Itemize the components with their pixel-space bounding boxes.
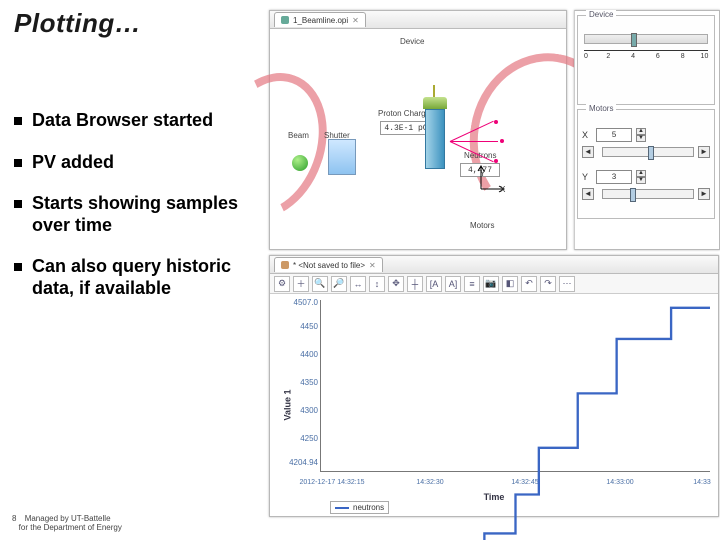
- bullet-item: PV added: [32, 152, 114, 174]
- tab-bar: * <Not saved to file> ✕: [270, 256, 718, 274]
- y-tick: 4507.0: [288, 298, 318, 307]
- page-number: 8: [12, 514, 16, 523]
- plot-area[interactable]: [320, 300, 710, 472]
- beam-label: Beam: [288, 131, 309, 140]
- tool-more-icon[interactable]: ⋯: [559, 276, 575, 292]
- stepper-up-icon[interactable]: ▲: [636, 170, 646, 177]
- beamline-window: 1_Beamline.opi ✕ Device Beam Shutter Pro…: [269, 10, 567, 250]
- tool-zoomout-icon[interactable]: 🔎: [331, 276, 347, 292]
- arrow-right-icon[interactable]: ►: [698, 188, 710, 200]
- close-icon[interactable]: ✕: [369, 261, 376, 270]
- stepper-down-icon[interactable]: ▼: [636, 177, 646, 184]
- detector-body: [425, 109, 445, 169]
- device-label: Device: [400, 37, 424, 46]
- legend-label: neutrons: [353, 503, 384, 512]
- tool-zoomy-icon[interactable]: ↕: [369, 276, 385, 292]
- tool-redo-icon[interactable]: ↷: [540, 276, 556, 292]
- motors-label: Motors: [470, 221, 494, 230]
- stepper-down-icon[interactable]: ▼: [636, 135, 646, 142]
- bullet-item: Can also query historic data, if availab…: [32, 256, 254, 299]
- tab-bar: 1_Beamline.opi ✕: [270, 11, 566, 29]
- y-tick: 4350: [288, 378, 318, 387]
- bullet-item: Data Browser started: [32, 110, 213, 132]
- device-slider[interactable]: [584, 34, 708, 44]
- y-tick: 4300: [288, 406, 318, 415]
- arrow-left-icon[interactable]: ◄: [582, 146, 594, 158]
- tab-beamline[interactable]: 1_Beamline.opi ✕: [274, 12, 366, 27]
- device-legend: Device: [586, 10, 616, 19]
- plot-icon: [281, 261, 289, 269]
- y-axis-label: Value 1: [283, 389, 293, 420]
- motor-y-slider[interactable]: [602, 189, 694, 199]
- tool-cursor-icon[interactable]: ┼: [407, 276, 423, 292]
- plot-toolbar: ⚙ ＋ 🔍 🔎 ↔ ↕ ✥ ┼ [A A] ≡ 📷 ◧ ↶ ↷ ⋯: [270, 274, 718, 294]
- tool-pan-icon[interactable]: ✥: [388, 276, 404, 292]
- tool-zoomin-icon[interactable]: 🔍: [312, 276, 328, 292]
- arrow-left-icon[interactable]: ◄: [582, 188, 594, 200]
- y-tick: 4204.94: [288, 458, 318, 467]
- tool-annotate-icon[interactable]: [A: [426, 276, 442, 292]
- motor-x-row: X 5 ▲▼: [582, 128, 710, 142]
- tool-zoomx-icon[interactable]: ↔: [350, 276, 366, 292]
- shutter-block: [328, 139, 356, 175]
- databrowser-window: * <Not saved to file> ✕ ⚙ ＋ 🔍 🔎 ↔ ↕ ✥ ┼ …: [269, 255, 719, 517]
- motor-y-value[interactable]: 3: [596, 170, 632, 184]
- beam-indicator: [292, 155, 308, 171]
- motor-x-value[interactable]: 5: [596, 128, 632, 142]
- tool-add-icon[interactable]: ＋: [293, 276, 309, 292]
- tool-toggle-icon[interactable]: ◧: [502, 276, 518, 292]
- tool-stagger-icon[interactable]: ≡: [464, 276, 480, 292]
- legend-swatch: [335, 507, 349, 509]
- motor-y-row: Y 3 ▲▼: [582, 170, 710, 184]
- side-panels: Device 0 2 4 6 8 10 Motors X 5: [574, 10, 720, 250]
- y-tick: 4450: [288, 322, 318, 331]
- tool-undo-icon[interactable]: ↶: [521, 276, 537, 292]
- tool-config-icon[interactable]: ⚙: [274, 276, 290, 292]
- plot-legend[interactable]: neutrons: [330, 501, 389, 514]
- device-panel: Device 0 2 4 6 8 10: [577, 15, 715, 105]
- slide-footer: 8 Managed by UT-Battelle for the Departm…: [12, 514, 122, 532]
- tool-snapshot-icon[interactable]: 📷: [483, 276, 499, 292]
- slide-title: Plotting…: [14, 8, 141, 39]
- bullet-item: Starts showing samples over time: [32, 193, 254, 236]
- y-tick: 4400: [288, 350, 318, 359]
- motors-panel: Motors X 5 ▲▼ ◄ ► Y 3 ▲▼: [577, 109, 715, 219]
- opi-icon: [281, 16, 289, 24]
- device-ruler: 0 2 4 6 8 10: [584, 50, 708, 68]
- detector-cap: [423, 97, 447, 109]
- tab-plot[interactable]: * <Not saved to file> ✕: [274, 257, 383, 272]
- stepper-up-icon[interactable]: ▲: [636, 128, 646, 135]
- tool-delann-icon[interactable]: A]: [445, 276, 461, 292]
- close-icon[interactable]: ✕: [352, 16, 359, 25]
- motor-x-slider[interactable]: [602, 147, 694, 157]
- motors-legend: Motors: [586, 104, 616, 113]
- charge-label: Proton Charge: [378, 109, 430, 118]
- arrow-right-icon[interactable]: ►: [698, 146, 710, 158]
- detector-antenna: [433, 85, 435, 97]
- y-tick: 4250: [288, 434, 318, 443]
